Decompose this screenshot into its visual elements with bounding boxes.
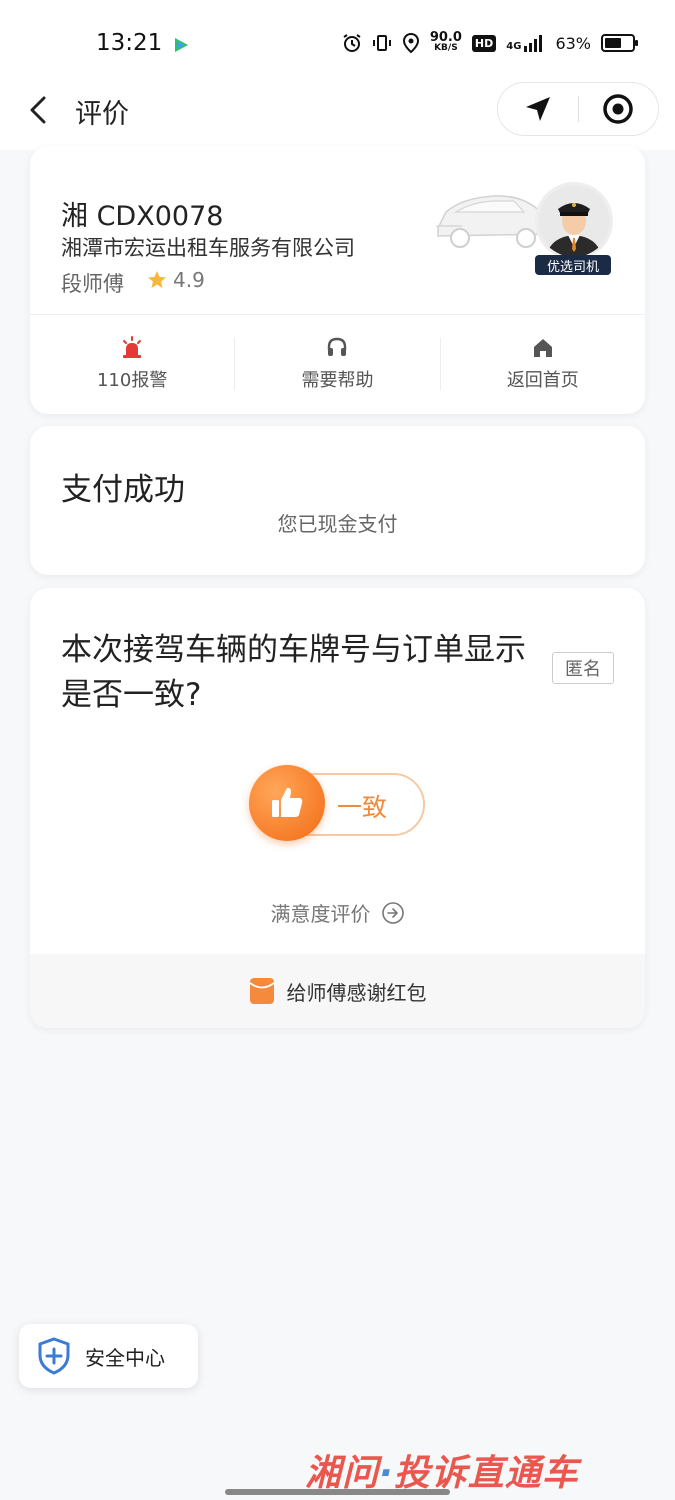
star-icon	[148, 271, 166, 288]
network-speed: 90.0 KB/S	[429, 30, 462, 53]
signal-bars-icon	[524, 35, 543, 52]
red-packet-icon	[248, 978, 275, 1004]
thumbs-up-button[interactable]	[249, 765, 325, 841]
status-indicators: 90.0 KB/S HD 4G 63%	[342, 30, 638, 54]
driver-rating: 4.9	[147, 268, 205, 292]
payment-card: 支付成功 您已现金支付	[30, 426, 645, 575]
plate-match-question: 本次接驾车辆的车牌号与订单显示是否一致?	[61, 632, 526, 713]
driver-avatar-icon	[538, 185, 610, 257]
video-app-icon	[175, 38, 188, 52]
home-icon	[533, 339, 552, 357]
alarm-110-button[interactable]: 110报警	[30, 336, 234, 392]
target-circle-icon	[603, 94, 633, 124]
battery-icon	[601, 34, 638, 52]
car-illustration	[436, 195, 549, 248]
status-time: 13:21	[96, 30, 163, 56]
satisfaction-rating-link[interactable]: 满意度评价	[30, 898, 645, 927]
shield-plus-icon	[38, 1337, 70, 1375]
headset-icon	[328, 337, 347, 356]
home-indicator[interactable]	[225, 1489, 450, 1495]
driver-card: 湘 CDX0078 湘潭市宏运出租车服务有限公司 段师傅 4.9 优选司机 11…	[30, 146, 645, 414]
consistent-label: 一致	[337, 793, 388, 822]
license-plate: 湘 CDX0078	[61, 201, 224, 232]
safety-center-button[interactable]: 安全中心	[19, 1324, 198, 1388]
hd-badge: HD	[471, 34, 497, 52]
back-button[interactable]	[22, 92, 58, 128]
signal-strength: 4G	[506, 34, 545, 52]
page-title: 评价	[75, 99, 129, 130]
preferred-driver-badge: 优选司机	[535, 255, 611, 275]
alarm-siren-icon	[123, 336, 142, 358]
driver-avatar	[535, 182, 613, 260]
payment-status-title: 支付成功	[61, 472, 185, 508]
navigation-arrow-button[interactable]	[498, 83, 578, 135]
evaluation-card: 本次接驾车辆的车牌号与订单显示是否一致? 匿名 一致 满意度评价 给师傅感谢红包	[30, 588, 645, 1028]
navigation-arrow-icon	[525, 97, 550, 121]
battery-percent: 63%	[555, 33, 591, 53]
back-home-button[interactable]: 返回首页	[441, 336, 645, 392]
mini-program-capsule	[497, 82, 659, 136]
vibrate-icon	[372, 35, 391, 51]
arrow-right-circle-icon	[381, 901, 404, 924]
driver-actions: 110报警 需要帮助 返回首页	[30, 314, 645, 414]
alarm-clock-icon	[343, 34, 361, 52]
taxi-company: 湘潭市宏运出租车服务有限公司	[61, 236, 355, 260]
nav-bar: 评价	[0, 78, 675, 150]
location-pin-icon	[402, 33, 419, 53]
need-help-button[interactable]: 需要帮助	[235, 336, 439, 392]
driver-name: 段师傅	[61, 272, 124, 296]
anonymous-tag[interactable]: 匿名	[552, 652, 614, 684]
close-target-button[interactable]	[579, 83, 659, 135]
thumbs-up-icon	[272, 787, 303, 817]
status-bar: 13:21 90.0 KB/S HD 4G 63%	[0, 0, 675, 78]
battery-level	[605, 38, 621, 48]
payment-method-text: 您已现金支付	[277, 512, 398, 536]
thanks-red-packet-button[interactable]: 给师傅感谢红包	[30, 954, 645, 1028]
